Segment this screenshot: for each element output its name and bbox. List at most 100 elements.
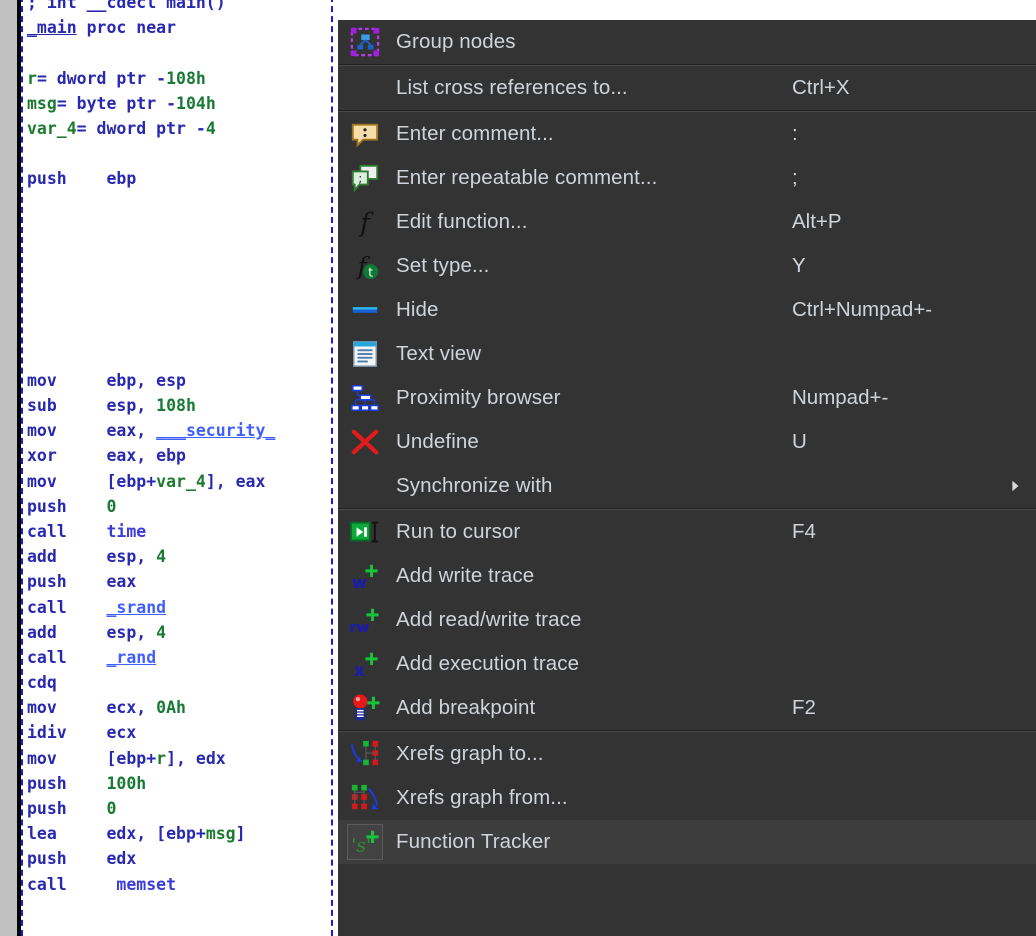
menu-item-label: Run to cursor xyxy=(396,520,521,543)
graph-node-main[interactable]: ; int __cdecl main() _main proc near r= dw… xyxy=(21,0,333,936)
menu-item-synchronize-with[interactable]: Synchronize with xyxy=(338,464,1036,508)
menu-item-label: Add write trace xyxy=(396,564,535,587)
add-write-trace-icon xyxy=(348,559,382,593)
code-line: mov [ebp+r], edx xyxy=(27,748,226,768)
code-line: push 100h xyxy=(27,773,147,793)
menu-item-add-read-write-trace[interactable]: Add read/write trace xyxy=(338,598,1036,642)
menu-item-label: List cross references to... xyxy=(396,76,628,99)
menu-item-proximity-browser[interactable]: Proximity browser Numpad+- xyxy=(338,376,1036,420)
disassembly-code: ; int __cdecl main() _main proc near r= dw… xyxy=(27,0,275,897)
proximity-browser-icon xyxy=(348,381,382,415)
code-line: _main proc near xyxy=(27,18,177,38)
menu-item-add-write-trace[interactable]: Add write trace xyxy=(338,554,1036,598)
xrefs-graph-from-icon xyxy=(348,781,382,815)
menu-item-shortcut: F4 xyxy=(792,520,816,543)
menu-item-add-execution-trace[interactable]: Add execution trace xyxy=(338,642,1036,686)
screen-root: ; int __cdecl main() _main proc near r= dw… xyxy=(0,0,1036,936)
menu-item-set-type[interactable]: Set type... Y xyxy=(338,244,1036,288)
menu-item-label: Group nodes xyxy=(396,30,516,53)
code-line: call time xyxy=(27,521,147,541)
code-line: call _srand xyxy=(27,597,167,617)
menu-item-label: Add execution trace xyxy=(396,652,580,675)
code-line: r= dword ptr -108h xyxy=(27,68,206,88)
code-line: ; int __cdecl main() xyxy=(27,0,226,12)
code-line: mov ecx, 0Ah xyxy=(27,698,186,718)
menu-item-shortcut: U xyxy=(792,430,807,453)
menu-item-shortcut: Y xyxy=(792,254,806,277)
menu-item-xrefs-graph-to[interactable]: Xrefs graph to... xyxy=(338,732,1036,776)
text-view-icon xyxy=(348,337,382,371)
menu-item-label: Edit function... xyxy=(396,210,528,233)
add-breakpoint-icon xyxy=(348,691,382,725)
xrefs-graph-to-icon xyxy=(348,737,382,771)
add-readwrite-trace-icon xyxy=(348,603,382,637)
menu-item-undefine[interactable]: Undefine U xyxy=(338,420,1036,464)
menu-item-label: Enter repeatable comment... xyxy=(396,166,658,189)
menu-item-label: Text view xyxy=(396,342,482,365)
menu-item-text-view[interactable]: Text view xyxy=(338,332,1036,376)
menu-item-label: Xrefs graph from... xyxy=(396,786,568,809)
menu-item-run-to-cursor[interactable]: Run to cursor F4 xyxy=(338,510,1036,554)
menu-item-label: Hide xyxy=(396,298,439,321)
code-line: push eax xyxy=(27,572,137,592)
menu-item-label: Xrefs graph to... xyxy=(396,742,544,765)
add-execution-trace-icon xyxy=(348,647,382,681)
menu-item-shortcut: Ctrl+Numpad+- xyxy=(792,298,933,321)
menu-item-edit-function[interactable]: Edit function... Alt+P xyxy=(338,200,1036,244)
code-line: cdq xyxy=(27,673,57,693)
code-line: call _rand xyxy=(27,647,157,667)
menu-item-label: Undefine xyxy=(396,430,479,453)
code-line: add esp, 4 xyxy=(27,547,167,567)
context-menu[interactable]: Group nodes List cross references to... Ct… xyxy=(338,20,1036,936)
menu-item-icon-placeholder xyxy=(348,71,382,105)
code-line: call memset xyxy=(27,874,177,894)
menu-item-list-cross-references[interactable]: List cross references to... Ctrl+X xyxy=(338,66,1036,110)
menu-item-label: Function Tracker xyxy=(396,830,551,853)
code-line: lea edx, [ebp+msg] xyxy=(27,824,246,844)
menu-item-shortcut: F2 xyxy=(792,696,816,719)
menu-item-icon-placeholder xyxy=(348,469,382,503)
run-to-cursor-icon xyxy=(348,515,382,549)
menu-item-xrefs-graph-from[interactable]: Xrefs graph from... xyxy=(338,776,1036,820)
code-line: push edx xyxy=(27,849,137,869)
menu-item-hide[interactable]: Hide Ctrl+Numpad+- xyxy=(338,288,1036,332)
hide-icon xyxy=(348,293,382,327)
menu-item-shortcut: ; xyxy=(792,166,798,189)
chevron-right-icon xyxy=(1008,479,1022,493)
set-type-icon xyxy=(348,249,382,283)
menu-item-enter-repeatable-comment[interactable]: Enter repeatable comment...; xyxy=(338,156,1036,200)
code-line: mov [ebp+var_4], eax xyxy=(27,471,266,491)
code-line: mov ebp, esp xyxy=(27,370,186,390)
menu-item-label: Enter comment... xyxy=(396,122,554,145)
menu-item-function-tracker[interactable]: Function Tracker xyxy=(338,820,1036,864)
ida-left-gutter xyxy=(0,0,17,936)
code-line: xor eax, ebp xyxy=(27,446,186,466)
function-tracker-icon xyxy=(347,824,383,860)
menu-item-shortcut: Alt+P xyxy=(792,210,842,233)
repeatable-comment-icon xyxy=(348,161,382,195)
menu-item-label: Add breakpoint xyxy=(396,696,536,719)
code-line: add esp, 4 xyxy=(27,622,167,642)
group-nodes-icon xyxy=(348,25,382,59)
menu-item-add-breakpoint[interactable]: Add breakpoint F2 xyxy=(338,686,1036,730)
code-line: sub esp, 108h xyxy=(27,396,196,415)
comment-icon xyxy=(348,117,382,151)
menu-item-group-nodes[interactable]: Group nodes xyxy=(338,20,1036,64)
menu-item-shortcut: : xyxy=(792,122,798,145)
code-line: push 0 xyxy=(27,496,117,516)
code-line: mov eax, ___security_ xyxy=(27,421,276,441)
menu-item-shortcut: Numpad+- xyxy=(792,386,889,409)
menu-item-enter-comment[interactable]: Enter comment...: xyxy=(338,112,1036,156)
code-line: push ebp xyxy=(27,169,137,189)
menu-item-label: Add read/write trace xyxy=(396,608,582,631)
code-line: msg= byte ptr -104h xyxy=(27,93,216,113)
menu-item-label: Synchronize with xyxy=(396,474,553,497)
